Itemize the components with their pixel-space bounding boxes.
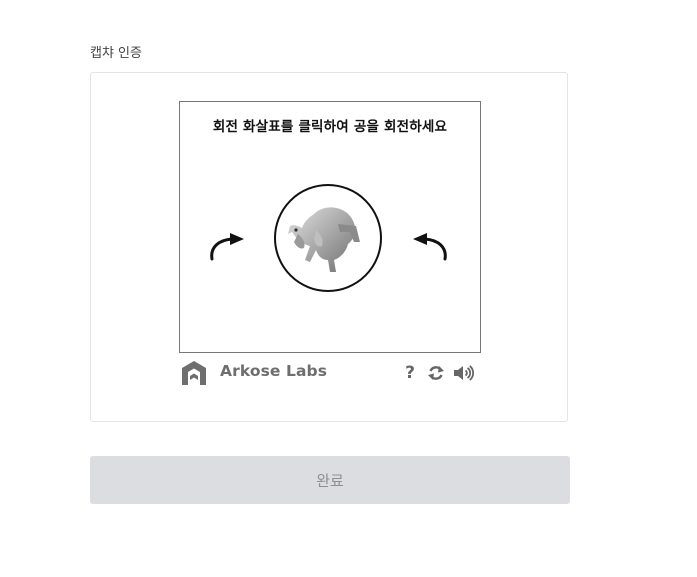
brand-bar: Arkose Labs ?	[181, 358, 479, 388]
challenge-instruction: 회전 화살표를 클릭하여 공을 회전하세요	[212, 119, 448, 135]
question-icon[interactable]: ?	[403, 363, 417, 383]
rotating-ball	[274, 184, 382, 292]
rotate-right-arrow-icon[interactable]	[410, 225, 452, 267]
section-label: 캡챠 인증	[90, 46, 142, 61]
audio-icon[interactable]	[453, 363, 475, 383]
refresh-icon[interactable]	[427, 363, 445, 383]
brand-name: Arkose Labs	[220, 362, 328, 380]
animal-figure-icon	[288, 207, 360, 272]
arkose-logo-icon	[181, 360, 207, 386]
rotate-left-arrow-icon[interactable]	[205, 225, 247, 267]
challenge-frame: 회전 화살표를 클릭하여 공을 회전하세요	[179, 101, 481, 353]
submit-button[interactable]: 완료	[90, 456, 570, 504]
